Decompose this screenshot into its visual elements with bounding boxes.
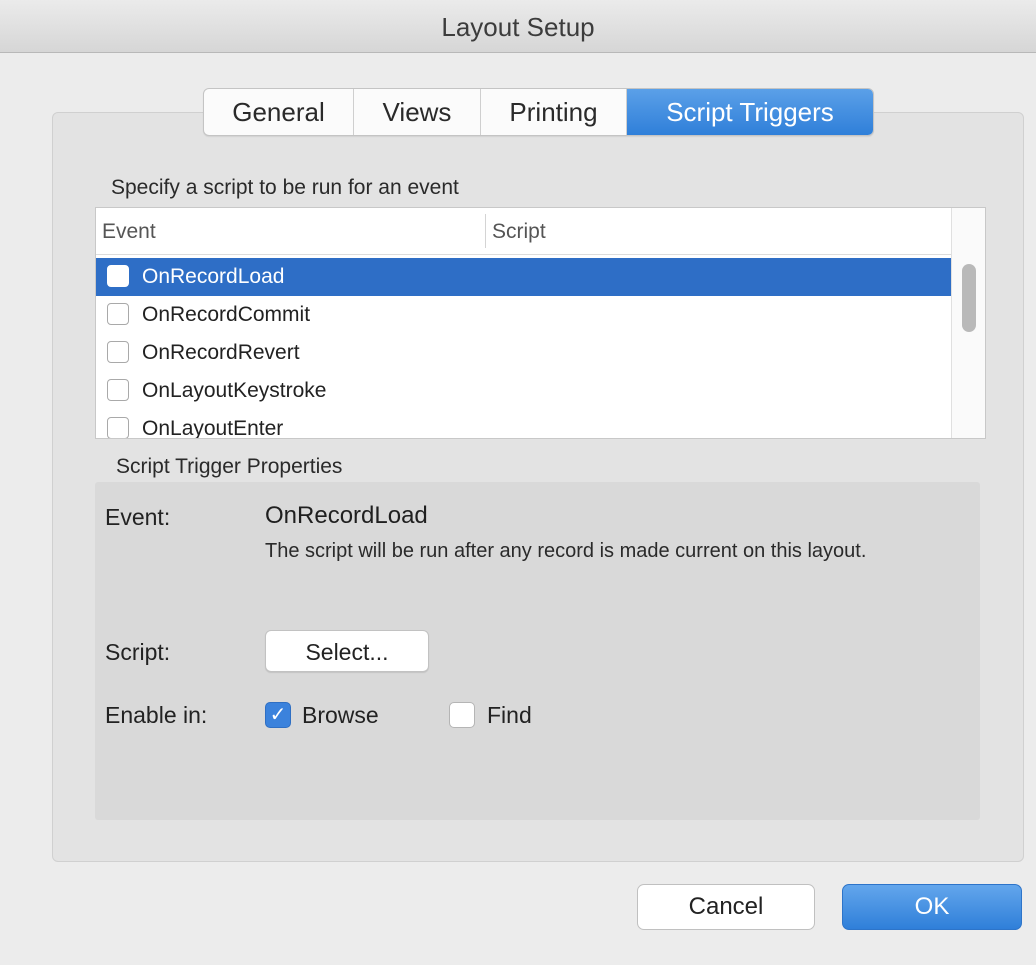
title-bar: Layout Setup (0, 0, 1036, 53)
event-checkbox[interactable] (107, 417, 129, 438)
event-row-onlayoutkeystroke[interactable]: OnLayoutKeystroke (96, 372, 951, 410)
properties-heading: Script Trigger Properties (116, 455, 343, 478)
event-row-onlayoutenter[interactable]: OnLayoutEnter (96, 410, 951, 439)
event-row-onrecordcommit[interactable]: OnRecordCommit (96, 296, 951, 334)
event-checkbox[interactable] (107, 265, 129, 287)
event-name: OnRecordRevert (142, 341, 300, 364)
event-value: OnRecordLoad (265, 502, 428, 529)
event-row-onrecordload[interactable]: OnRecordLoad (96, 258, 951, 296)
event-name: OnRecordCommit (142, 303, 311, 326)
column-header-script[interactable]: Script (492, 220, 546, 244)
tab-bar: General Views Printing Script Triggers (203, 88, 874, 136)
event-checkbox[interactable] (107, 341, 129, 363)
event-checkbox[interactable] (107, 379, 129, 401)
column-divider (485, 214, 486, 248)
event-list[interactable]: Event Script OnRecordLoad OnRecordCommit… (95, 207, 986, 439)
window-title: Layout Setup (441, 12, 595, 42)
list-scrollbar[interactable] (951, 208, 985, 438)
browse-checkbox[interactable]: ✓ (265, 702, 291, 728)
event-name: OnRecordLoad (142, 265, 285, 288)
scroll-thumb[interactable] (962, 264, 976, 332)
cancel-button[interactable]: Cancel (637, 884, 815, 930)
enable-in-label: Enable in: (105, 702, 208, 728)
list-header: Event Script (96, 208, 951, 255)
ok-button[interactable]: OK (842, 884, 1022, 930)
column-header-event[interactable]: Event (102, 220, 156, 244)
browse-label: Browse (302, 702, 379, 728)
select-script-button[interactable]: Select... (265, 630, 429, 672)
event-description: The script will be run after any record … (265, 540, 867, 562)
trigger-properties-panel: Event: OnRecordLoad The script will be r… (95, 482, 980, 820)
find-label: Find (487, 702, 532, 728)
event-checkbox[interactable] (107, 303, 129, 325)
event-label: Event: (105, 504, 171, 530)
tab-printing[interactable]: Printing (481, 89, 627, 135)
event-name: OnLayoutKeystroke (142, 379, 327, 402)
events-heading: Specify a script to be run for an event (111, 176, 459, 199)
tab-script-triggers[interactable]: Script Triggers (627, 89, 873, 135)
tab-general[interactable]: General (204, 89, 354, 135)
tab-views[interactable]: Views (354, 89, 481, 135)
event-row-onrecordrevert[interactable]: OnRecordRevert (96, 334, 951, 372)
event-rows: OnRecordLoad OnRecordCommit OnRecordReve… (96, 258, 951, 439)
script-label: Script: (105, 639, 171, 665)
find-checkbox[interactable] (449, 702, 475, 728)
event-name: OnLayoutEnter (142, 417, 284, 439)
